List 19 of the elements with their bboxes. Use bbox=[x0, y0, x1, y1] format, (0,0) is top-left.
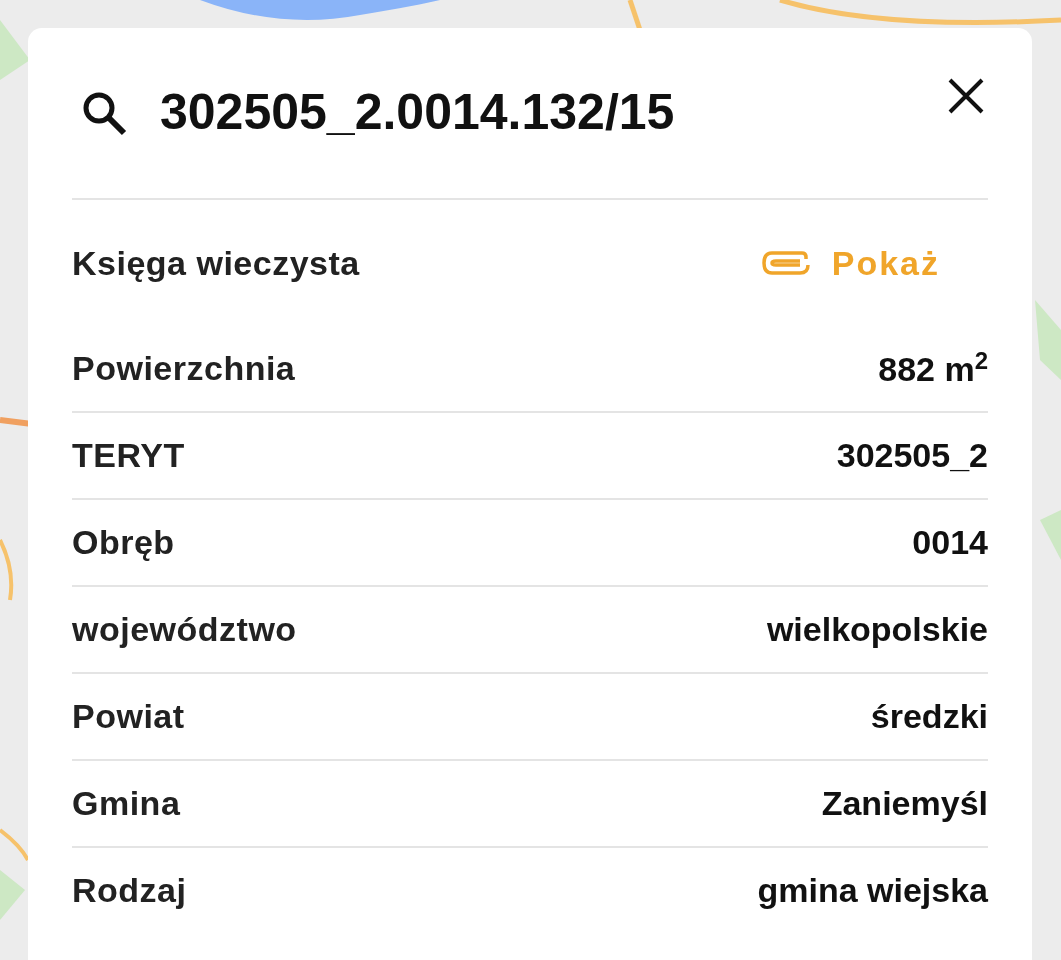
row-value: Zaniemyśl bbox=[821, 784, 988, 823]
row-label: Rodzaj bbox=[72, 871, 187, 910]
row-value: 882 m$^{2}$ bbox=[878, 347, 988, 390]
row-value: wielkopolskie bbox=[766, 610, 988, 649]
parcel-title: 302505_2.0014.132/15 bbox=[160, 83, 676, 141]
row-value: średzki bbox=[870, 697, 988, 736]
row-label: Księga wieczysta bbox=[72, 243, 360, 283]
close-button[interactable] bbox=[946, 76, 986, 116]
row-value: 302505_2 bbox=[836, 436, 988, 475]
row-label: Obręb bbox=[72, 523, 175, 562]
row-value: gmina wiejska bbox=[757, 871, 988, 910]
row-label: Powiat bbox=[72, 697, 185, 736]
row-label: Gmina bbox=[72, 784, 181, 823]
paperclip-icon bbox=[761, 251, 810, 275]
row-label: Powierzchnia bbox=[72, 349, 296, 388]
row-value: 0014 bbox=[912, 523, 988, 562]
row-label: województwo bbox=[72, 610, 297, 649]
row-label: TERYT bbox=[72, 436, 185, 475]
show-link[interactable]: Pokaż bbox=[761, 243, 940, 283]
